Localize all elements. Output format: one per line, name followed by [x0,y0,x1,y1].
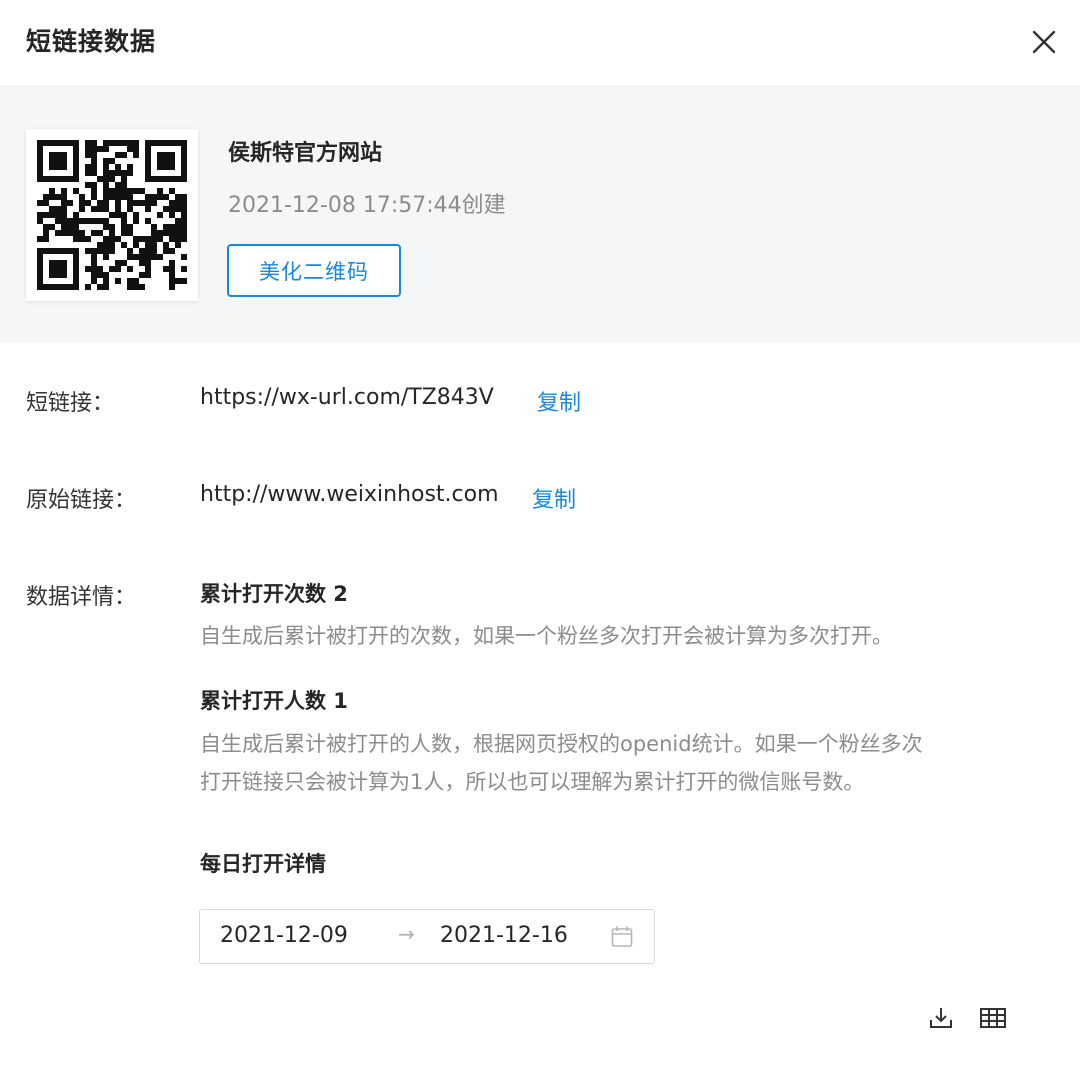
original-link-value: http://www.weixinhost.com [200,482,499,507]
date-start-input[interactable]: 2021-12-09 [220,923,348,948]
total-opens-desc: 自生成后累计被打开的次数，如果一个粉丝多次打开会被计算为多次打开。 [200,624,893,648]
short-link-value: https://wx-url.com/TZ843V [200,385,494,410]
data-details-label: 数据详情： [26,585,137,610]
link-summary-card: 侯斯特官方网站 2021-12-08 17:57:44创建 美化二维码 [0,87,1080,343]
copy-short-link-button[interactable]: 复制 [537,385,581,417]
beautify-qr-button[interactable]: 美化二维码 [227,244,401,297]
download-icon[interactable] [928,1005,954,1031]
total-opens-title: 累计打开次数 2 [200,582,348,606]
calendar-icon[interactable] [610,925,634,949]
date-end-input[interactable]: 2021-12-16 [440,923,568,948]
date-separator: → [398,922,415,946]
dialog-title: 短链接数据 [26,27,157,56]
short-link-label: 短链接： [26,391,115,416]
total-users-desc-line2: 打开链接只会被计算为1人，所以也可以理解为累计打开的微信账号数。 [200,770,865,794]
total-users-desc-line1: 自生成后累计被打开的人数，根据网页授权的openid统计。如果一个粉丝多次 [200,732,923,756]
close-icon[interactable] [1026,24,1062,60]
total-users-title: 累计打开人数 1 [200,689,348,713]
table-icon[interactable] [979,1005,1007,1031]
qr-code-icon [26,129,198,301]
original-link-label: 原始链接： [26,488,137,513]
date-range-picker[interactable]: 2021-12-09 → 2021-12-16 [199,909,655,964]
daily-opens-title: 每日打开详情 [200,852,326,876]
site-name: 侯斯特官方网站 [228,141,383,166]
created-time: 2021-12-08 17:57:44创建 [228,193,506,218]
dialog-header: 短链接数据 [0,0,1080,87]
copy-original-link-button[interactable]: 复制 [532,482,576,514]
